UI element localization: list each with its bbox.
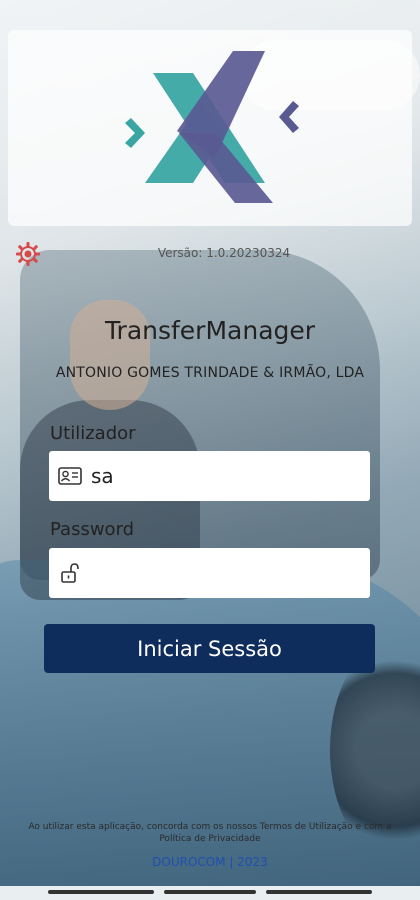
nav-home-handle[interactable] [164,890,256,894]
footer-link[interactable]: DOUROCOM | 2023 [0,855,420,869]
username-label: Utilizador [50,423,136,444]
company-name: ANTONIO GOMES TRINDADE & IRMÃO, LDA [55,365,365,381]
id-card-icon [55,461,85,491]
password-input[interactable] [91,561,351,585]
login-screen: Versão: 1.0.20230324 TransferManager ANT… [0,0,420,900]
login-button[interactable]: Iniciar Sessão [44,624,375,673]
password-label: Password [50,519,135,540]
password-field[interactable] [49,548,370,598]
username-field[interactable] [49,451,370,501]
nav-recents-handle[interactable] [266,890,372,894]
nav-back-handle[interactable] [48,890,154,894]
app-title: TransferManager [104,316,316,345]
background-car-body [0,560,420,900]
unlock-icon [55,558,85,588]
transfermanager-x-logo [125,51,299,203]
version-label: Versão: 1.0.20230324 [157,246,291,260]
terms-text[interactable]: Ao utilizar esta aplicação, concorda com… [22,821,398,845]
logo-card [8,30,412,226]
username-input[interactable] [91,464,351,488]
navigation-bar [0,886,420,900]
